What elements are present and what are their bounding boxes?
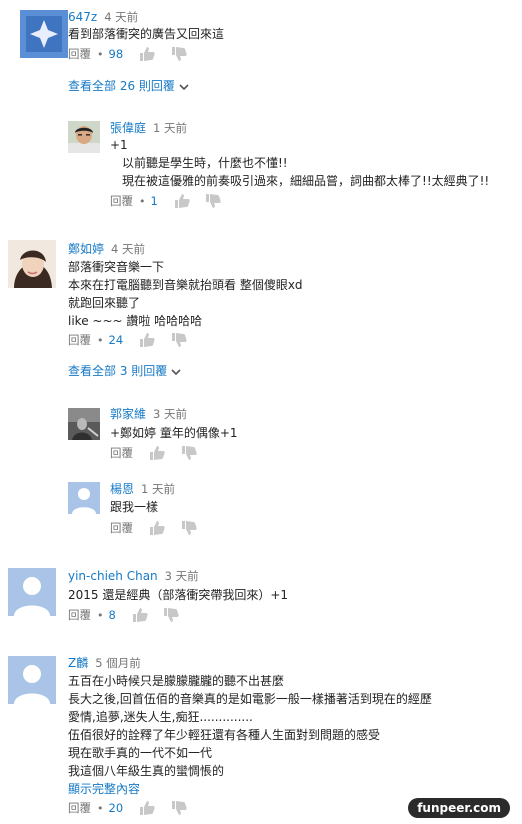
comment-text-line: 就跑回來聽了 bbox=[68, 296, 141, 310]
thumbs-up-icon[interactable] bbox=[132, 607, 148, 623]
view-all-replies-link[interactable]: 查看全部 26 則回覆 bbox=[68, 77, 189, 94]
separator-dot: • bbox=[97, 608, 104, 622]
like-count: 1 bbox=[150, 194, 158, 208]
author-name[interactable]: 647z bbox=[68, 10, 97, 24]
separator-dot: • bbox=[97, 801, 104, 815]
like-count: 8 bbox=[108, 608, 116, 622]
avatar[interactable] bbox=[20, 10, 68, 58]
default-avatar-icon bbox=[8, 568, 56, 616]
thumbs-down-icon[interactable] bbox=[181, 445, 197, 461]
comment-text-line: 現在歌手真的一代不如一代 bbox=[68, 746, 213, 760]
reply-button[interactable]: 回覆 bbox=[68, 46, 91, 62]
reply-button[interactable]: 回覆 bbox=[68, 607, 91, 623]
channel-logo-icon bbox=[20, 10, 68, 58]
chevron-down-icon bbox=[171, 368, 181, 375]
avatar[interactable] bbox=[68, 408, 100, 440]
comment-text-line: 愛情,追夢,迷失人生,痴狂.............. bbox=[68, 710, 253, 724]
timestamp[interactable]: 4 天前 bbox=[104, 10, 138, 24]
reply-button[interactable]: 回覆 bbox=[68, 332, 91, 348]
like-count: 20 bbox=[108, 801, 124, 815]
timestamp[interactable]: 3 天前 bbox=[153, 407, 187, 421]
thumbs-up-icon[interactable] bbox=[174, 193, 190, 209]
user-photo-icon bbox=[8, 240, 56, 288]
comment-text: +鄭如婷 童年的偶像+1 bbox=[110, 426, 238, 440]
comment-text-line: 部落衝突音樂一下 bbox=[68, 260, 165, 274]
reply-button[interactable]: 回覆 bbox=[110, 520, 133, 536]
comment-text-line: 以前聽是學生時，什麼也不懂!! bbox=[110, 156, 288, 170]
thumbs-down-icon[interactable] bbox=[171, 800, 187, 816]
timestamp[interactable]: 1 天前 bbox=[153, 121, 187, 135]
comment-text-line: 本來在打電腦聽到音樂就抬頭看 整個傻眼xd bbox=[68, 278, 303, 292]
timestamp[interactable]: 3 天前 bbox=[165, 569, 199, 583]
thumbs-up-icon[interactable] bbox=[149, 445, 165, 461]
view-all-replies-link[interactable]: 查看全部 3 則回覆 bbox=[68, 362, 181, 379]
view-all-replies-label: 查看全部 26 則回覆 bbox=[68, 79, 175, 93]
thumbs-down-icon[interactable] bbox=[205, 193, 222, 209]
author-name[interactable]: 張偉庭 bbox=[110, 121, 146, 135]
avatar[interactable] bbox=[8, 240, 56, 288]
comment-text: 看到部落衝突的廣告又回來這 bbox=[68, 27, 225, 41]
thumbs-down-icon[interactable] bbox=[181, 520, 197, 536]
comment-text-line: 我這個八年級生真的蠻惆悵的 bbox=[68, 764, 225, 778]
avatar[interactable] bbox=[8, 656, 56, 704]
avatar[interactable] bbox=[68, 121, 100, 153]
like-count: 98 bbox=[108, 47, 124, 61]
comment-text-line: 現在被這優雅的前奏吸引過來，細細品嘗，詞曲都太棒了!!太經典了!! bbox=[110, 174, 490, 188]
author-name[interactable]: 楊恩 bbox=[110, 482, 134, 496]
user-photo-icon bbox=[68, 408, 100, 440]
thumbs-down-icon[interactable] bbox=[171, 46, 187, 62]
author-name[interactable]: Z麟 bbox=[68, 656, 88, 670]
reply-button[interactable]: 回覆 bbox=[68, 800, 91, 816]
show-full-content-link[interactable]: 顯示完整內容 bbox=[68, 780, 140, 797]
comment-text-line: 長大之後,回首伍佰的音樂真的是如電影一般一樣播著活到現在的經歷 bbox=[68, 692, 432, 706]
watermark: funpeer.com bbox=[408, 798, 510, 818]
comment-text-line: like ~~~ 讚啦 哈哈哈哈 bbox=[68, 314, 203, 328]
avatar[interactable] bbox=[8, 568, 56, 616]
author-name[interactable]: yin-chieh Chan bbox=[68, 569, 158, 583]
thumbs-up-icon[interactable] bbox=[139, 46, 155, 62]
comment-text-line: 伍佰很好的詮釋了年少輕狂還有各種人生面對到問題的感受 bbox=[68, 728, 381, 742]
comment-text-line: 五百在小時候只是朦朦朧朧的聽不出甚麼 bbox=[68, 674, 285, 688]
comment-text: 跟我一樣 bbox=[110, 500, 159, 514]
separator-dot: • bbox=[97, 333, 104, 347]
author-name[interactable]: 郭家維 bbox=[110, 407, 146, 421]
timestamp[interactable]: 4 天前 bbox=[111, 242, 145, 256]
author-name[interactable]: 鄭如婷 bbox=[68, 242, 104, 256]
reply-button[interactable]: 回覆 bbox=[110, 193, 133, 209]
thumbs-down-icon[interactable] bbox=[163, 607, 180, 623]
thumbs-up-icon[interactable] bbox=[149, 520, 165, 536]
separator-dot: • bbox=[139, 194, 146, 208]
comment-text: 2015 還是經典（部落衝突帶我回來）+1 bbox=[68, 588, 289, 602]
comment-text-line: +1 bbox=[110, 138, 128, 152]
view-all-replies-label: 查看全部 3 則回覆 bbox=[68, 364, 168, 378]
thumbs-up-icon[interactable] bbox=[139, 800, 155, 816]
user-photo-icon bbox=[68, 121, 100, 153]
thumbs-up-icon[interactable] bbox=[139, 332, 155, 348]
reply-button[interactable]: 回覆 bbox=[110, 445, 133, 461]
like-count: 24 bbox=[108, 333, 124, 347]
chevron-down-icon bbox=[179, 83, 189, 90]
default-avatar-icon bbox=[68, 482, 100, 514]
thumbs-down-icon[interactable] bbox=[171, 332, 187, 348]
default-avatar-icon bbox=[8, 656, 56, 704]
avatar[interactable] bbox=[68, 482, 100, 514]
timestamp[interactable]: 5 個月前 bbox=[95, 656, 140, 670]
timestamp[interactable]: 1 天前 bbox=[141, 482, 175, 496]
separator-dot: • bbox=[97, 47, 104, 61]
